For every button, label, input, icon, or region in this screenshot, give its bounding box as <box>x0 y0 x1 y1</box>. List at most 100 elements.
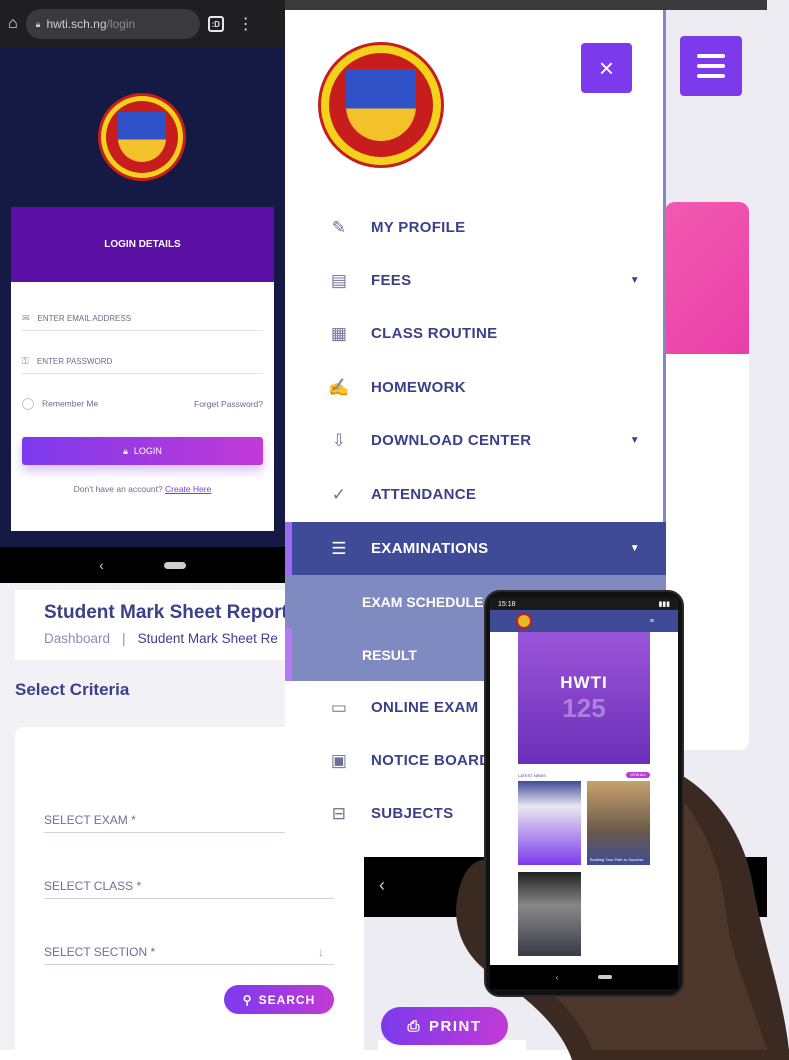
signup-prompt: Don't have an account? Create Here <box>11 484 274 494</box>
email-field[interactable]: ✉ ENTER EMAIL ADDRESS <box>22 307 263 331</box>
submenu-label: EXAM SCHEDULE <box>362 593 484 610</box>
email-placeholder: ENTER EMAIL ADDRESS <box>37 314 132 323</box>
search-icon: ⚲ <box>242 992 253 1007</box>
news-label: LATEST NEWS <box>518 772 546 778</box>
menu-label: ATTENDANCE <box>371 486 477 503</box>
menu-item-download-center[interactable]: ⇩ DOWNLOAD CENTER ▼ <box>285 414 666 467</box>
status-time: 15:18 <box>498 600 516 608</box>
page-title: Student Mark Sheet Report <box>44 602 288 623</box>
home-pill-icon[interactable] <box>163 561 186 569</box>
calendar-icon: ▦ <box>330 323 348 343</box>
phone-hero-banner: HWTI 125 <box>518 632 650 764</box>
profile-icon: ✎ <box>331 217 347 237</box>
select-section-label: SELECT SECTION * <box>44 944 156 959</box>
close-drawer-button[interactable]: × <box>581 43 632 93</box>
select-exam-label: SELECT EXAM * <box>44 812 136 827</box>
back-icon[interactable]: ‹ <box>556 973 559 982</box>
login-header: LOGIN DETAILS <box>11 207 274 282</box>
menu-item-homework[interactable]: ✍ HOMEWORK <box>285 361 666 414</box>
select-class-field[interactable]: SELECT CLASS * <box>44 873 334 899</box>
subjects-icon: ⊟ <box>331 803 347 823</box>
search-button-label: SEARCH <box>258 992 316 1007</box>
home-pill-icon[interactable] <box>598 975 613 979</box>
hero-title: HWTI <box>560 672 608 692</box>
hero-number: 125 <box>562 692 606 723</box>
download-icon: ⇩ <box>331 430 347 450</box>
lock-icon: 🔒︎ <box>35 18 41 29</box>
remember-checkbox[interactable]: Remember Me <box>22 398 98 410</box>
thumbnail-caption: Building Your Path to Success <box>590 857 644 862</box>
more-vert-icon[interactable]: ⋮ <box>238 14 254 34</box>
exam-icon: ☰ <box>331 538 347 558</box>
remember-row: Remember Me Forget Password? <box>22 396 263 412</box>
url-bar[interactable]: 🔒︎ hwti.sch.ng/login <box>25 9 200 39</box>
news-thumbnail[interactable] <box>518 781 581 865</box>
home-icon[interactable]: ⌂ <box>8 15 18 33</box>
phone-app-header: ≡ <box>490 610 678 632</box>
menu-item-my-profile[interactable]: ✎ MY PROFILE <box>285 201 666 254</box>
phone-status-bar: 15:18 ▮▮▮ <box>490 598 678 610</box>
android-nav-bar-left: ‹ <box>0 547 285 583</box>
phone-nav-bar: ‹ <box>490 965 678 989</box>
lock-icon: 🔒︎ <box>123 445 128 456</box>
key-icon: ⚿ <box>22 356 29 366</box>
submenu-label: RESULT <box>362 646 417 663</box>
menu-label: EXAMINATIONS <box>371 540 489 557</box>
forgot-password-link[interactable]: Forget Password? <box>194 399 263 409</box>
notice-icon: ▣ <box>330 750 348 770</box>
signup-text: Don't have an account? <box>73 484 163 494</box>
crest-icon <box>516 613 532 629</box>
menu-label: DOWNLOAD CENTER <box>371 432 532 449</box>
section-heading: Select Criteria <box>15 680 130 699</box>
breadcrumb-dashboard[interactable]: Dashboard <box>44 631 110 646</box>
breadcrumb-separator: | <box>122 631 126 646</box>
printer-icon: ⎙ <box>407 1017 421 1035</box>
search-button[interactable]: ⚲ SEARCH <box>224 985 334 1014</box>
back-icon[interactable]: ‹ <box>99 557 104 573</box>
login-button[interactable]: 🔒︎ LOGIN <box>22 437 263 465</box>
arrow-down-icon: ↓ <box>318 944 324 959</box>
menu-item-examinations[interactable]: ☰ EXAMINATIONS ▼ <box>285 522 666 575</box>
view-all-button[interactable]: VIEW ALL <box>626 772 650 778</box>
create-account-link[interactable]: Create Here <box>165 484 211 494</box>
menu-item-class-routine[interactable]: ▦ CLASS ROUTINE <box>285 307 666 360</box>
caret-down-icon: ▼ <box>629 435 640 446</box>
menu-label: MY PROFILE <box>371 219 466 236</box>
online-exam-icon: ▭ <box>330 697 348 717</box>
top-bar-strip <box>285 0 767 10</box>
menu-item-attendance[interactable]: ✓ ATTENDANCE <box>285 468 666 521</box>
menu-label: HOMEWORK <box>371 379 466 396</box>
homework-icon: ✍ <box>328 377 350 397</box>
mail-icon: ✉ <box>22 313 30 323</box>
back-icon[interactable]: ‹ <box>379 875 385 896</box>
menu-label: FEES <box>371 272 412 289</box>
school-crest-logo-large <box>318 42 444 168</box>
menu-label: SUBJECTS <box>371 805 454 822</box>
menu-item-fees[interactable]: ▤ FEES ▼ <box>285 254 666 307</box>
close-icon: × <box>598 52 615 83</box>
menu-icon[interactable]: ≡ <box>650 618 654 625</box>
tab-switcher-icon[interactable]: :D <box>207 16 224 32</box>
phone-news-header: LATEST NEWS VIEW ALL <box>518 771 650 779</box>
caret-down-icon: ▼ <box>629 543 640 554</box>
hamburger-menu-button[interactable] <box>680 36 742 96</box>
dashboard-card-pink <box>665 202 749 354</box>
wallet-icon: ▤ <box>330 270 348 290</box>
browser-toolbar: ⌂ 🔒︎ hwti.sch.ng/login :D ⋮ <box>0 0 285 48</box>
password-placeholder: ENTER PASSWORD <box>36 357 113 366</box>
select-section-field[interactable]: SELECT SECTION * ↓ <box>44 939 334 965</box>
url-host: hwti.sch.ng <box>46 17 107 31</box>
login-button-label: LOGIN <box>133 446 162 456</box>
news-thumbnail[interactable] <box>518 872 581 956</box>
menu-label: CLASS ROUTINE <box>371 325 498 342</box>
select-class-label: SELECT CLASS * <box>44 878 142 893</box>
news-thumbnail[interactable]: Building Your Path to Success <box>587 781 650 865</box>
breadcrumb-current: Student Mark Sheet Re <box>137 631 278 646</box>
password-field[interactable]: ⚿ ENTER PASSWORD <box>22 350 263 374</box>
remember-label: Remember Me <box>42 398 99 409</box>
attendance-icon: ✓ <box>331 484 347 504</box>
school-crest-logo <box>98 93 186 181</box>
caret-down-icon: ▼ <box>629 275 640 286</box>
url-path: /login <box>106 17 136 31</box>
menu-label: ONLINE EXAM <box>371 699 479 716</box>
